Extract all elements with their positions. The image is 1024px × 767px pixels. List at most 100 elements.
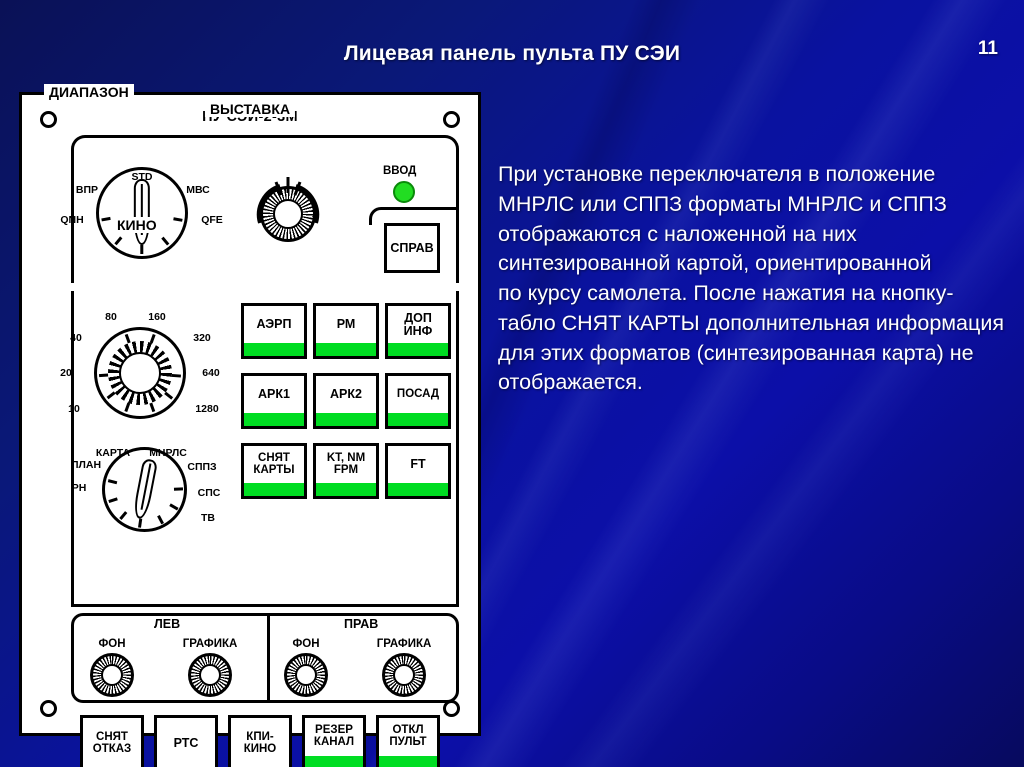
btn-snyat-otkaz-label: СНЯТ ОТКАЗ [92, 730, 132, 755]
dial-tick [101, 217, 111, 222]
diapazon-pos-40: 40 [70, 332, 82, 344]
rotary-encoder[interactable] [247, 173, 329, 255]
kino-pos-karta: КАРТА [95, 447, 131, 459]
dial-tick [106, 391, 116, 400]
dial-tick [161, 236, 170, 246]
page-title: Лицевая панель пульта ПУ СЭИ [343, 42, 681, 65]
diapazon-dial-center [119, 352, 161, 394]
btn-rezer-kanal-lamp [305, 756, 363, 767]
btn-rezer-kanal-label: РЕЗЕР КАНАЛ [313, 724, 355, 748]
diapazon-pos-320: 320 [193, 332, 211, 344]
button-ark1-label: АРК1 [258, 387, 290, 402]
vystavka-dial-pointer [133, 179, 151, 245]
button-rm[interactable]: РМ [313, 303, 379, 359]
pot-knob-center [295, 664, 317, 686]
btn-rts[interactable]: РТС [154, 715, 218, 767]
dial-tick [114, 236, 123, 246]
button-ark2-label: АРК2 [330, 387, 362, 402]
pot-knob-center [393, 664, 415, 686]
kino-pos-sppz: СППЗ [187, 461, 217, 473]
btn-kpi-kino[interactable]: КПИ- КИНО [228, 715, 292, 767]
button-posad[interactable]: ПОСАД [385, 373, 451, 429]
encoder-rotation-arrows-icon [256, 177, 320, 224]
dial-tick [149, 334, 156, 344]
pot-prav-grafika[interactable]: ГРАФИКА [377, 638, 438, 703]
dial-tick [140, 245, 144, 254]
vvod-label: ВВОД [383, 165, 417, 177]
dial-tick [149, 402, 156, 412]
pot-knob-center [199, 664, 221, 686]
btn-snyat-otkaz[interactable]: СНЯТ ОТКАЗ [80, 715, 144, 767]
pot-lev-grafika[interactable]: ГРАФИКА [183, 638, 244, 703]
page-number: 11 [977, 38, 998, 59]
btn-otkl-pult-lamp [379, 756, 437, 767]
kino-pos-tv: ТВ [201, 512, 215, 524]
dial-tick [173, 486, 183, 490]
group-vystavka-label: ВЫСТАВКА [204, 101, 296, 117]
button-kt-nm-fpm[interactable]: KT, NM FPM [313, 443, 379, 499]
description-text: При установке переключателя в положение … [498, 162, 1004, 395]
group-prav-label: ПРАВ [340, 617, 383, 631]
kino-pos-rn: РН [71, 482, 87, 494]
btn-kpi-kino-label: КПИ- КИНО [243, 730, 277, 755]
dial-tick [137, 518, 142, 528]
pot-prav-grafika-label: ГРАФИКА [376, 638, 432, 650]
kino-pos-mnrls: МНРЛС [149, 447, 187, 459]
kino-dial[interactable] [102, 447, 187, 532]
dial-tick [164, 391, 174, 400]
mounting-hole-icon [40, 700, 57, 717]
pot-lev-fon[interactable]: ФОН [90, 638, 146, 703]
vvod-indicator[interactable] [393, 181, 415, 203]
pot-knob [90, 653, 134, 697]
button-snyat-karty-lamp [244, 483, 304, 496]
vystavka-pos-std: STD [131, 171, 153, 183]
btn-otkl-pult[interactable]: ОТКЛ ПУЛЬТ [376, 715, 440, 767]
button-ft[interactable]: FT [385, 443, 451, 499]
button-ark1[interactable]: АРК1 [241, 373, 307, 429]
button-dop-inf[interactable]: ДОП ИНФ [385, 303, 451, 359]
kino-pos-sps: СПС [197, 487, 221, 499]
button-snyat-karty[interactable]: СНЯТ КАРТЫ [241, 443, 307, 499]
diapazon-pos-80: 80 [105, 311, 117, 323]
pot-knob-center [101, 664, 123, 686]
button-snyat-karty-label: СНЯТ КАРТЫ [253, 451, 295, 476]
dial-tick [124, 402, 131, 412]
pot-prav-fon-label: ФОН [292, 638, 320, 650]
dial-tick [119, 510, 127, 520]
button-dop-inf-lamp [388, 343, 448, 356]
pot-lev-grafika-label: ГРАФИКА [182, 638, 238, 650]
vystavka-pos-vpr: ВПР [75, 184, 99, 196]
btn-rezer-kanal[interactable]: РЕЗЕР КАНАЛ [302, 715, 366, 767]
pot-lev-fon-label: ФОН [98, 638, 126, 650]
btn-otkl-pult-label: ОТКЛ ПУЛЬТ [389, 724, 427, 748]
dial-tick [107, 497, 118, 503]
sprav-button[interactable]: СПРАВ [384, 223, 440, 273]
group-diapazon-label: ДИАПАЗОН [44, 84, 134, 100]
pot-prav-fon[interactable]: ФОН [284, 638, 340, 703]
button-aerp-label: АЭРП [256, 317, 292, 332]
button-aerp-lamp [244, 343, 304, 356]
dial-tick [168, 502, 179, 510]
group-lev-label: ЛЕВ [150, 617, 185, 631]
diapazon-dial[interactable] [94, 327, 186, 419]
kino-pos-plan: ПЛАН [70, 459, 102, 471]
diapazon-pos-1280: 1280 [195, 403, 219, 415]
control-panel: ПУ СЭИ-2-3М ВЫСТАВКА QNH ВПР STD МВС QFE… [19, 84, 481, 767]
sprav-notch-connector [369, 207, 459, 225]
button-ark2[interactable]: АРК2 [313, 373, 379, 429]
button-ark1-lamp [244, 413, 304, 426]
button-rm-lamp [316, 343, 376, 356]
button-kt-nm-fpm-lamp [316, 483, 376, 496]
sprav-button-label: СПРАВ [390, 240, 434, 255]
button-posad-label: ПОСАД [396, 387, 440, 400]
diapazon-pos-160: 160 [148, 311, 166, 323]
button-kt-nm-fpm-label: KT, NM FPM [326, 451, 366, 476]
dial-tick [99, 373, 109, 378]
button-posad-lamp [388, 413, 448, 426]
button-dop-inf-label: ДОП ИНФ [403, 310, 433, 338]
kino-dial-pointer [131, 457, 158, 520]
button-aerp[interactable]: АЭРП [241, 303, 307, 359]
btn-rts-label: РТС [173, 736, 199, 751]
diapazon-pos-640: 640 [202, 367, 220, 379]
button-ft-lamp [388, 483, 448, 496]
